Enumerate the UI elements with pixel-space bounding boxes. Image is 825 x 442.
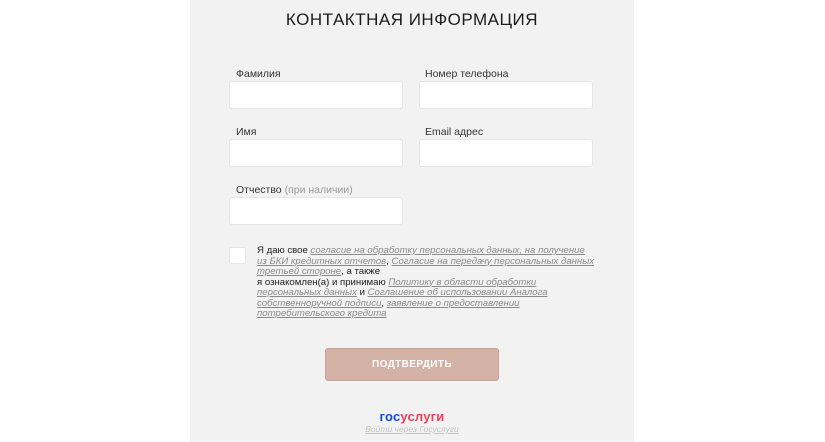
patronymic-input[interactable]	[229, 197, 403, 225]
gosuslugi-login-link[interactable]: Войти через Госуслуги	[190, 424, 634, 434]
gosuslugi-logo[interactable]: госуслуги	[190, 409, 634, 424]
gosuslugi-logo-part1: гос	[379, 409, 401, 424]
consent-text-part: я ознакомлен(а) и принимаю	[257, 276, 389, 288]
patronymic-label-note: (при наличии)	[284, 184, 353, 196]
consent-checkbox[interactable]	[229, 247, 246, 264]
consent-text-part: и	[356, 287, 368, 298]
gosuslugi-logo-part2: услуги	[400, 409, 445, 424]
consent-text: Я даю свое согласие на обработку персона…	[257, 245, 597, 320]
last-name-label: Фамилия	[236, 68, 281, 80]
patronymic-label: Отчество (при наличии)	[236, 184, 353, 196]
phone-label: Номер телефона	[425, 68, 509, 80]
first-name-label: Имя	[236, 126, 257, 138]
email-label: Email адрес	[425, 126, 484, 138]
email-input[interactable]	[419, 139, 593, 167]
form-title: КОНТАКТНАЯ ИНФОРМАЦИЯ	[285, 10, 539, 29]
consent-text-part: , а также	[341, 266, 381, 277]
submit-button[interactable]: ПОДТВЕРДИТЬ	[325, 348, 499, 381]
last-name-input[interactable]	[229, 81, 403, 109]
phone-input[interactable]	[419, 81, 593, 109]
patronymic-label-text: Отчество	[236, 184, 282, 196]
contact-form-panel: КОНТАКТНАЯ ИНФОРМАЦИЯ Фамилия Номер теле…	[190, 0, 634, 442]
consent-text-part: Я даю свое	[257, 245, 311, 256]
first-name-input[interactable]	[229, 139, 403, 167]
